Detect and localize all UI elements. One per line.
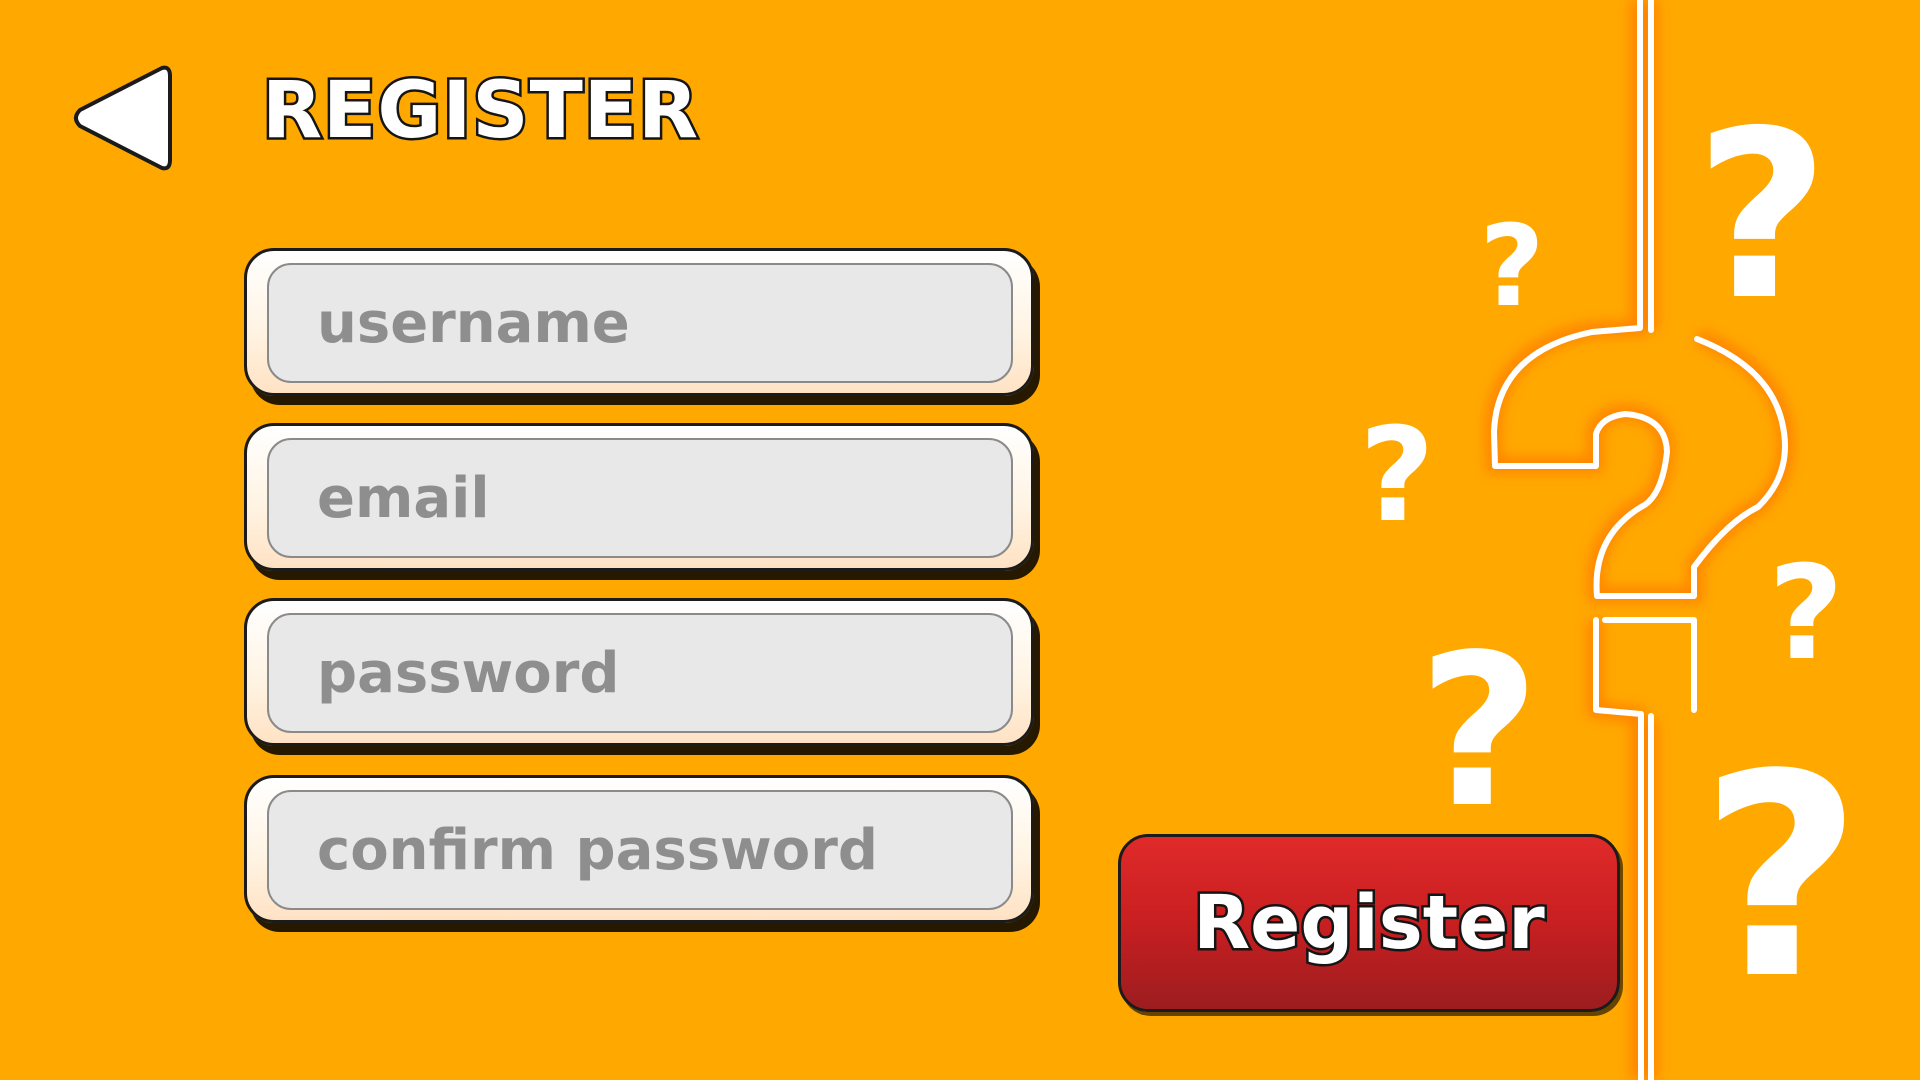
- question-mark-icon: ?: [1695, 81, 1830, 351]
- confirm-password-input[interactable]: [267, 790, 1013, 910]
- question-mark-icon: ?: [1480, 202, 1545, 332]
- question-mark-icon: ?: [1359, 399, 1434, 551]
- page-title: REGISTER: [259, 66, 700, 156]
- question-mark-icon: ?: [1700, 715, 1862, 1041]
- register-screen: REGISTER Register: [0, 0, 1920, 1080]
- question-mark-icon: ?: [1418, 609, 1540, 854]
- register-button[interactable]: Register: [1118, 834, 1620, 1012]
- password-input[interactable]: [267, 613, 1013, 733]
- username-input[interactable]: [267, 263, 1013, 383]
- back-button[interactable]: [70, 62, 174, 174]
- back-arrow-icon: [74, 65, 172, 171]
- username-field-frame: [244, 248, 1034, 396]
- register-button-label: Register: [1191, 880, 1548, 966]
- email-input[interactable]: [267, 438, 1013, 558]
- confirm-password-field-frame: [244, 775, 1034, 923]
- divider-line-top: [1491, 0, 1788, 599]
- question-mark-icon: ?: [1768, 537, 1843, 689]
- password-field-frame: [244, 598, 1034, 746]
- email-field-frame: [244, 423, 1034, 571]
